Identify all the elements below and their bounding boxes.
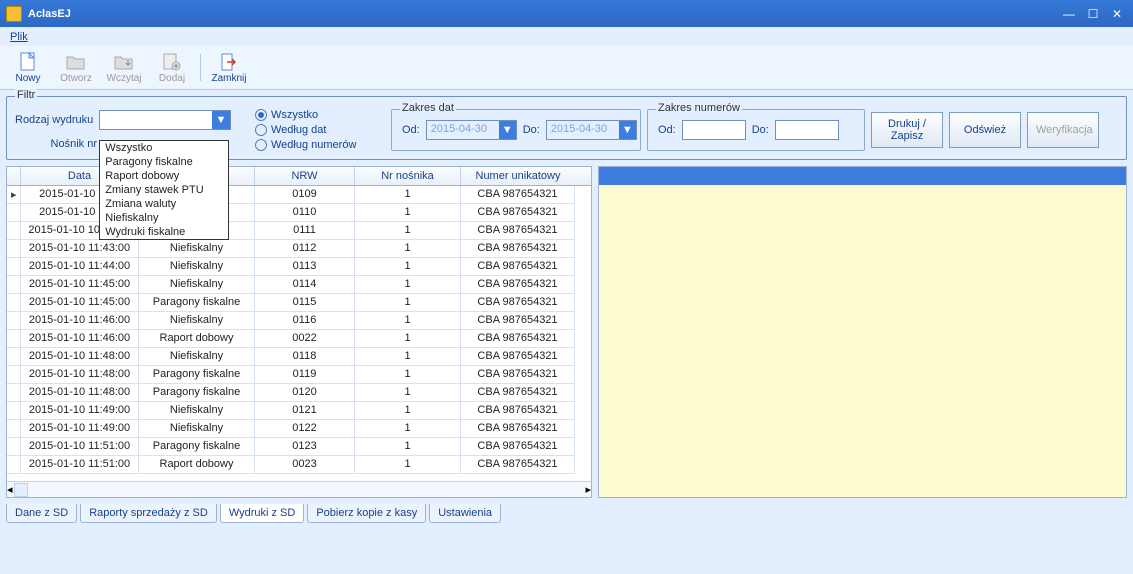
title-bar: AclasEJ — ☐ ✕ <box>0 0 1133 27</box>
chevron-down-icon: ▼ <box>212 111 230 129</box>
do-label: Do: <box>523 124 540 136</box>
toolbar: Nowy Otworz Wczytaj Dodaj Zamknij <box>0 46 1133 90</box>
preview-body <box>599 185 1126 497</box>
table-row[interactable]: 2015-01-10 11:51:00Paragony fiskalne0123… <box>7 438 591 456</box>
radio-wszystko[interactable]: Wszystko <box>255 108 385 123</box>
table-row[interactable]: 2015-01-10 11:43:00Niefiskalny01121CBA 9… <box>7 240 591 258</box>
table-row[interactable]: 2015-01-10 11:45:00Niefiskalny01141CBA 9… <box>7 276 591 294</box>
odswiez-button[interactable]: Odśwież <box>949 112 1021 148</box>
dropdown-option[interactable]: Raport dobowy <box>100 169 228 183</box>
add-file-icon <box>162 52 182 72</box>
maximize-button[interactable]: ☐ <box>1083 6 1103 22</box>
close-button[interactable]: ✕ <box>1107 6 1127 22</box>
scroll-right-icon[interactable]: ▸ <box>585 483 591 496</box>
grid-header: Data NRW Nr nośnika Numer unikatowy <box>7 167 591 186</box>
dropdown-option[interactable]: Zmiany stawek PTU <box>100 183 228 197</box>
col-nrw[interactable]: NRW <box>255 167 355 185</box>
grid-body: ▸2015-01-10 10:501091CBA 9876543212015-0… <box>7 186 591 481</box>
nosnik-nr-label: Nośnik nr <box>15 138 97 150</box>
door-exit-icon <box>219 52 239 72</box>
grid-scrollbar[interactable]: ◂ ▸ <box>7 481 591 497</box>
data-grid[interactable]: Data NRW Nr nośnika Numer unikatowy ▸201… <box>6 166 592 498</box>
rodzaj-wydruku-combo[interactable]: ▼ Wszystko Paragony fiskalne Raport dobo… <box>99 110 231 130</box>
radio-wedlug-dat[interactable]: Według dat <box>255 123 385 138</box>
number-to-input[interactable] <box>775 120 839 140</box>
filter-legend: Filtr <box>15 89 37 101</box>
dropdown-option[interactable]: Wszystko <box>100 141 228 155</box>
radio-wedlug-numerow[interactable]: Według numerów <box>255 138 385 153</box>
folder-open-icon <box>66 52 86 72</box>
dropdown-option[interactable]: Wydruki fiskalne <box>100 225 228 239</box>
do-num-label: Do: <box>752 124 769 136</box>
app-icon <box>6 6 22 22</box>
table-row[interactable]: 2015-01-10 10:501101CBA 987654321 <box>7 204 591 222</box>
table-row[interactable]: 2015-01-10 11:51:00Raport dobowy00231CBA… <box>7 456 591 474</box>
tab-wydruki-z-sd[interactable]: Wydruki z SD <box>220 504 305 523</box>
table-row[interactable]: 2015-01-10 11:49:00Niefiskalny01211CBA 9… <box>7 402 591 420</box>
date-to-input[interactable]: 2015-04-30▼ <box>546 120 637 140</box>
rodzaj-wydruku-dropdown: Wszystko Paragony fiskalne Raport dobowy… <box>99 140 229 240</box>
table-row[interactable]: 2015-01-10 11:48:00Niefiskalny01181CBA 9… <box>7 348 591 366</box>
toolbar-new-button[interactable]: Nowy <box>4 48 52 87</box>
chevron-down-icon: ▼ <box>499 121 516 139</box>
tab-dane-z-sd[interactable]: Dane z SD <box>6 504 77 523</box>
menu-plik[interactable]: Plik <box>4 29 34 45</box>
minimize-button[interactable]: — <box>1059 6 1079 22</box>
od-num-label: Od: <box>658 124 676 136</box>
toolbar-separator <box>200 54 201 81</box>
toolbar-add-button[interactable]: Dodaj <box>148 48 196 87</box>
rodzaj-wydruku-label: Rodzaj wydruku <box>15 114 93 126</box>
table-row[interactable]: ▸2015-01-10 10:501091CBA 987654321 <box>7 186 591 204</box>
menu-bar: Plik <box>0 27 1133 46</box>
number-from-input[interactable] <box>682 120 746 140</box>
chevron-down-icon: ▼ <box>619 121 636 139</box>
table-row[interactable]: 2015-01-10 11:45:00Paragony fiskalne0115… <box>7 294 591 312</box>
window-title: AclasEJ <box>28 8 1059 20</box>
col-numer[interactable]: Numer unikatowy <box>461 167 575 185</box>
table-row[interactable]: 2015-01-10 11:44:00Niefiskalny01131CBA 9… <box>7 258 591 276</box>
weryfikacja-button[interactable]: Weryfikacja <box>1027 112 1099 148</box>
preview-header <box>599 167 1126 185</box>
bottom-tabs: Dane z SD Raporty sprzedaży z SD Wydruki… <box>6 504 1127 523</box>
filter-group: Filtr Rodzaj wydruku ▼ Wszystko Paragony… <box>6 96 1127 160</box>
table-row[interactable]: 2015-01-10 11:48:00Paragony fiskalne0119… <box>7 366 591 384</box>
dropdown-option[interactable]: Niefiskalny <box>100 211 228 225</box>
tab-pobierz-kopie[interactable]: Pobierz kopie z kasy <box>307 504 426 523</box>
tab-raporty-z-sd[interactable]: Raporty sprzedaży z SD <box>80 504 217 523</box>
preview-panel <box>598 166 1127 498</box>
scroll-left-icon[interactable]: ◂ <box>7 483 13 496</box>
tab-ustawienia[interactable]: Ustawienia <box>429 504 501 523</box>
col-nrnosnika[interactable]: Nr nośnika <box>355 167 461 185</box>
zakres-dat-group: Zakres dat Od: 2015-04-30▼ Do: 2015-04-3… <box>391 109 641 151</box>
toolbar-load-button[interactable]: Wczytaj <box>100 48 148 87</box>
table-row[interactable]: 2015-01-10 11:46:00Niefiskalny01161CBA 9… <box>7 312 591 330</box>
dropdown-option[interactable]: Paragony fiskalne <box>100 155 228 169</box>
zakres-numerow-group: Zakres numerów Od: Do: <box>647 109 865 151</box>
date-from-input[interactable]: 2015-04-30▼ <box>426 120 517 140</box>
file-icon <box>18 52 38 72</box>
table-row[interactable]: 2015-01-10 10:58:00Niefiskalny01111CBA 9… <box>7 222 591 240</box>
scroll-nav-icon[interactable] <box>14 483 28 497</box>
table-row[interactable]: 2015-01-10 11:49:00Niefiskalny01221CBA 9… <box>7 420 591 438</box>
folder-import-icon <box>114 52 134 72</box>
table-row[interactable]: 2015-01-10 11:48:00Paragony fiskalne0120… <box>7 384 591 402</box>
toolbar-open-button[interactable]: Otworz <box>52 48 100 87</box>
table-row[interactable]: 2015-01-10 11:46:00Raport dobowy00221CBA… <box>7 330 591 348</box>
od-label: Od: <box>402 124 420 136</box>
toolbar-close-button[interactable]: Zamknij <box>205 48 253 87</box>
dropdown-option[interactable]: Zmiana waluty <box>100 197 228 211</box>
drukuj-zapisz-button[interactable]: Drukuj /Zapisz <box>871 112 943 148</box>
